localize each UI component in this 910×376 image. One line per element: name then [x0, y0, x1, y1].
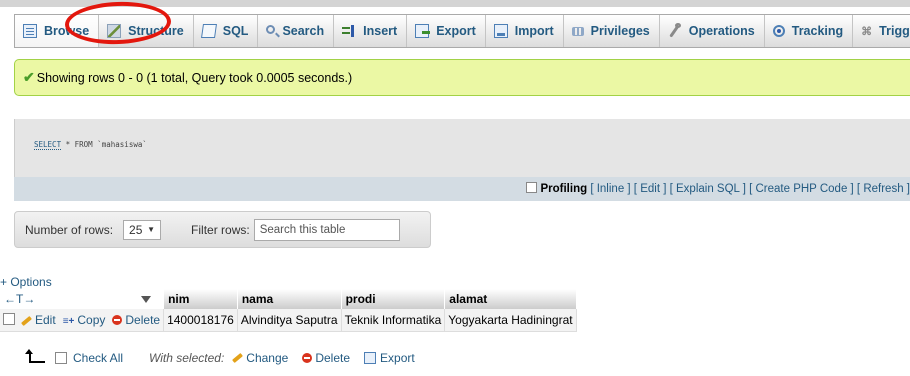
tab-insert[interactable]: Insert [334, 15, 408, 47]
success-text: Showing rows 0 - 0 (1 total, Query took … [36, 70, 353, 85]
tracking-icon [772, 25, 785, 37]
chevron-down-icon: ▼ [147, 225, 156, 234]
delete-label: Delete [315, 351, 351, 365]
export-icon [415, 24, 431, 38]
search-icon [266, 25, 276, 34]
sql-links-bar: Profiling [ Inline ] [ Edit ] [ Explain … [14, 177, 910, 201]
copy-link[interactable]: Copy [77, 313, 105, 327]
tab-label: Search [282, 24, 325, 38]
privileges-icon [571, 26, 584, 36]
operations-icon [668, 23, 682, 38]
triggers-icon: ⌘ [861, 25, 873, 38]
table-row: Edit ≡+ Copy Delete 1400018176 Alvinditya S… [0, 309, 577, 332]
cell-nama[interactable]: Alvinditya Saputra [237, 309, 342, 332]
export-icon [364, 352, 377, 364]
profiling-checkbox[interactable] [526, 182, 538, 193]
delete-button[interactable]: Delete [302, 351, 350, 365]
tab-privileges[interactable]: Privileges [564, 15, 660, 47]
tab-export[interactable]: Export [407, 15, 486, 47]
column-header-nama[interactable]: nama [237, 289, 342, 309]
copy-icon: ≡+ [62, 316, 75, 327]
results-table: ←T→ nim nama prodi alamat Edit ≡+ Copy Dele… [0, 289, 577, 332]
tab-triggers[interactable]: ⌘ Triggers [853, 15, 910, 47]
tab-label: Import [514, 24, 554, 38]
sort-triangle-icon[interactable] [141, 296, 152, 304]
create-php-link[interactable]: Create PHP Code [756, 183, 848, 195]
check-all-checkbox[interactable] [55, 352, 67, 364]
tab-label: Privileges [590, 24, 650, 38]
sql-query: SELECT * FROM `mahasiswa` [34, 140, 147, 150]
browse-icon [23, 24, 37, 38]
tab-tracking[interactable]: Tracking [765, 15, 854, 47]
change-button[interactable]: Change [232, 351, 288, 365]
tab-label: SQL [222, 24, 249, 38]
column-toggle-header[interactable]: ←T→ [0, 289, 165, 309]
export-button[interactable]: Export [364, 351, 415, 365]
tab-bar: Browse Structure SQL Search Insert Expor… [14, 14, 910, 48]
tab-import[interactable]: Import [486, 15, 564, 47]
column-header-nim[interactable]: nim [163, 289, 238, 309]
checkmark-icon: ✔ [23, 69, 35, 85]
row-actions: Edit ≡+ Copy Delete [0, 309, 165, 332]
change-label: Change [246, 351, 289, 365]
insert-icon [342, 24, 357, 38]
sql-query-box: SELECT * FROM `mahasiswa` [14, 119, 910, 177]
cell-nim[interactable]: 1400018176 [163, 309, 238, 332]
edit-sql-link[interactable]: Edit [640, 183, 660, 195]
column-header-alamat[interactable]: alamat [444, 289, 577, 309]
sql-icon [200, 24, 217, 38]
structure-icon [107, 24, 122, 38]
explain-sql-link[interactable]: Explain SQL [676, 183, 740, 195]
refresh-link[interactable]: Refresh [863, 183, 903, 195]
inline-link[interactable]: Inline [597, 183, 625, 195]
navigation-box: Number of rows: 25 ▼ Filter rows: Search … [14, 211, 431, 248]
tab-label: Tracking [791, 24, 844, 38]
row-checkbox[interactable] [3, 313, 15, 325]
top-strip [0, 0, 910, 7]
tab-label: Operations [688, 24, 755, 38]
rows-select[interactable]: 25 ▼ [123, 219, 162, 240]
success-message: ✔ Showing rows 0 - 0 (1 total, Query too… [14, 59, 910, 96]
tab-structure[interactable]: Structure [99, 15, 194, 47]
tab-operations[interactable]: Operations [660, 15, 765, 47]
check-all-label[interactable]: Check All [73, 351, 123, 365]
table-header-row: ←T→ nim nama prodi alamat [0, 289, 577, 309]
rows-value: 25 [129, 222, 143, 237]
tab-label: Insert [363, 24, 398, 38]
cell-prodi[interactable]: Teknik Informatika [341, 309, 446, 332]
tab-label: Export [436, 24, 476, 38]
profiling-label: Profiling [540, 183, 588, 195]
tab-sql[interactable]: SQL [194, 15, 259, 47]
cell-alamat[interactable]: Yogyakarta Hadiningrat [444, 309, 577, 332]
delete-link[interactable]: Delete [125, 313, 160, 327]
arrow-up-icon [25, 349, 45, 363]
arrow-tip [25, 349, 33, 354]
filter-label: Filter rows: [191, 222, 250, 237]
delete-icon [112, 315, 123, 325]
pencil-icon [232, 352, 244, 364]
delete-icon [302, 353, 313, 363]
column-arrows-icon[interactable]: ←T→ [4, 292, 35, 306]
tab-browse[interactable]: Browse [15, 15, 100, 47]
rows-label: Number of rows: [25, 222, 114, 237]
export-label: Export [380, 351, 415, 365]
bulk-actions: Check All With selected: Change Delete E… [25, 349, 429, 365]
tab-search[interactable]: Search [258, 15, 335, 47]
edit-link[interactable]: Edit [35, 313, 56, 327]
with-selected-label: With selected: [149, 351, 225, 365]
sql-keyword-link[interactable]: SELECT [34, 140, 62, 150]
sql-query-rest: * FROM `mahasiswa` [61, 140, 147, 149]
tab-label: Structure [128, 24, 184, 38]
filter-input[interactable]: Search this table [253, 218, 400, 241]
tab-label: Triggers [879, 24, 910, 38]
tab-label: Browse [44, 24, 90, 38]
import-icon [493, 24, 508, 38]
options-link[interactable]: + Options [0, 275, 52, 289]
column-header-prodi[interactable]: prodi [341, 289, 446, 309]
pencil-icon [21, 315, 32, 326]
